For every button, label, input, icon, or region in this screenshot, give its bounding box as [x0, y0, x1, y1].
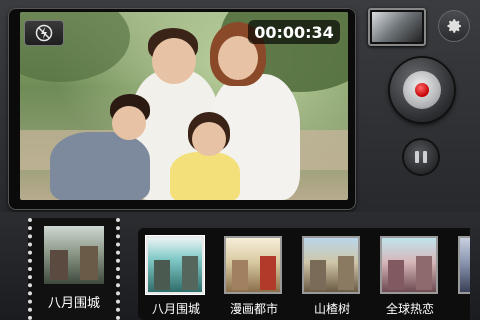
- person-girl: [170, 152, 240, 200]
- person-boy: [50, 132, 150, 200]
- flash-off-icon: [35, 24, 53, 42]
- current-filter-label: 八月围城: [47, 296, 100, 311]
- last-capture-thumbnail[interactable]: [368, 8, 426, 46]
- filter-item-2[interactable]: 山楂树: [300, 234, 364, 320]
- building: [310, 260, 326, 290]
- filter-thumbnail: [380, 236, 438, 294]
- current-filter-preview[interactable]: 八月围城: [28, 218, 120, 320]
- building: [182, 256, 198, 290]
- thumbnail-image: [372, 12, 422, 42]
- filter-strip[interactable]: 八月围城 漫画都市 山楂树 全球热恋 朋: [138, 228, 470, 320]
- record-ring: [403, 71, 441, 109]
- filter-thumbnail: [302, 236, 360, 294]
- flash-toggle-button[interactable]: [24, 20, 64, 46]
- filter-thumbnail: [458, 236, 470, 294]
- filter-item-4[interactable]: 朋: [456, 234, 470, 320]
- filter-label: 山楂树: [313, 302, 350, 316]
- building: [232, 260, 248, 290]
- recording-timer: 00:00:34: [248, 20, 340, 44]
- gear-icon: [447, 19, 462, 33]
- filter-label: 八月围城: [151, 302, 200, 316]
- building: [154, 260, 170, 290]
- filter-label: 全球热恋: [385, 302, 434, 316]
- pause-icon: [413, 151, 429, 163]
- building: [416, 256, 432, 290]
- building: [50, 250, 68, 280]
- building: [80, 246, 98, 280]
- building: [388, 260, 404, 290]
- filter-item-1[interactable]: 漫画都市: [222, 234, 286, 320]
- building: [338, 256, 354, 290]
- face: [152, 38, 196, 84]
- face: [192, 122, 226, 156]
- filter-label: 漫画都市: [229, 302, 278, 316]
- pause-button[interactable]: [404, 140, 438, 174]
- current-filter-thumbnail: [44, 226, 104, 284]
- filter-thumbnail: [146, 236, 204, 294]
- filter-thumbnail: [224, 236, 282, 294]
- building: [260, 256, 276, 290]
- settings-button[interactable]: [438, 10, 470, 42]
- filter-item-3[interactable]: 全球热恋: [378, 234, 442, 320]
- record-button[interactable]: [390, 58, 454, 122]
- filter-item-0[interactable]: 八月围城: [144, 234, 208, 320]
- record-icon: [415, 83, 429, 97]
- face: [112, 106, 146, 140]
- filter-label: 朋: [450, 300, 470, 317]
